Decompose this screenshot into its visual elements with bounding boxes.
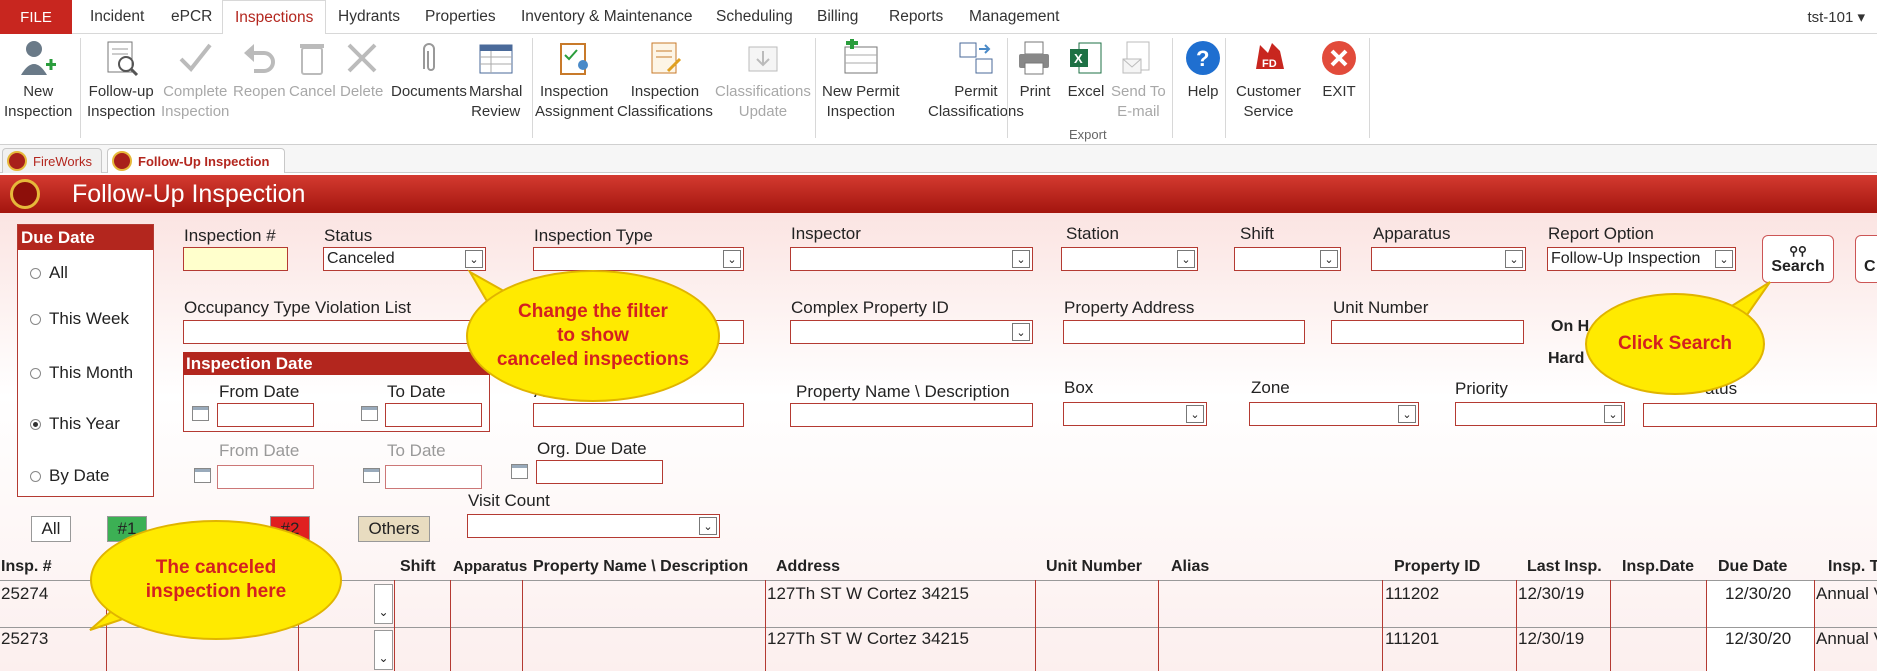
callout-change-filter: Change the filter to show canceled inspect… [466,270,720,402]
callout-canceled-inspection: The canceled inspection here [90,520,342,640]
callout-click-search: Click Search [1585,293,1765,395]
